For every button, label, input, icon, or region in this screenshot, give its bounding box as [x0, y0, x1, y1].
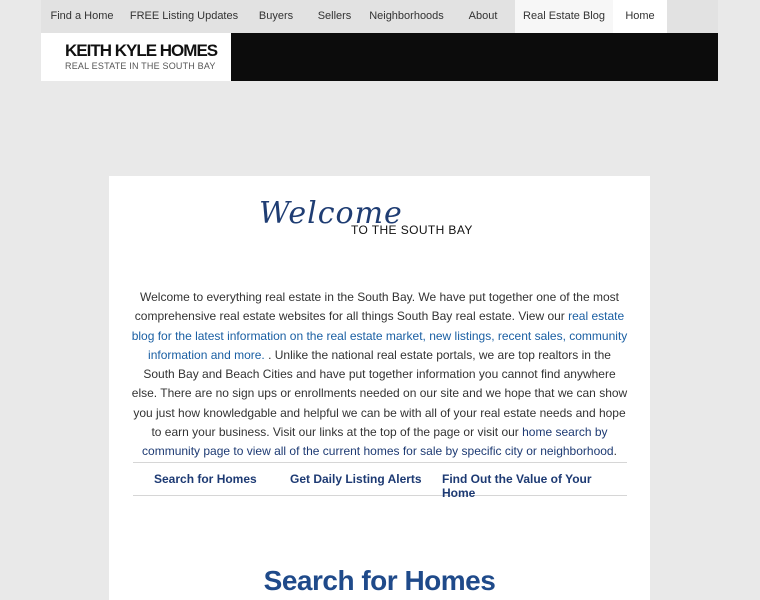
intro-text-3: . — [613, 444, 617, 459]
site-header: KEITH KYLE HOMES REAL ESTATE IN THE SOUT… — [41, 33, 718, 81]
home-value-link[interactable]: Find Out the Value of Your Home — [442, 472, 627, 500]
content-card: Welcome TO THE SOUTH BAY Welcome to ever… — [109, 176, 650, 600]
daily-listing-alerts-link[interactable]: Get Daily Listing Alerts — [290, 472, 422, 486]
nav-sellers[interactable]: Sellers — [307, 0, 362, 33]
search-for-homes-link[interactable]: Search for Homes — [154, 472, 257, 486]
nav-find-a-home[interactable]: Find a Home — [41, 0, 123, 33]
quick-links-bar: Search for Homes Get Daily Listing Alert… — [133, 462, 627, 500]
top-navigation: Find a Home FREE Listing Updates Buyers … — [41, 0, 718, 33]
nav-about[interactable]: About — [451, 0, 515, 33]
nav-buyers[interactable]: Buyers — [245, 0, 307, 33]
welcome-subtitle: TO THE SOUTH BAY — [351, 223, 473, 237]
nav-home[interactable]: Home — [613, 0, 667, 33]
nav-free-listing-updates[interactable]: FREE Listing Updates — [123, 0, 245, 33]
nav-neighborhoods[interactable]: Neighborhoods — [362, 0, 451, 33]
search-for-homes-heading: Search for Homes — [263, 565, 496, 596]
logo-name: KEITH KYLE HOMES — [65, 41, 218, 60]
intro-text-1: Welcome to everything real estate in the… — [134, 290, 619, 324]
logo-tagline: REAL ESTATE IN THE SOUTH BAY — [65, 61, 216, 71]
site-logo[interactable]: KEITH KYLE HOMES REAL ESTATE IN THE SOUT… — [41, 33, 231, 81]
intro-paragraph: Welcome to everything real estate in the… — [131, 288, 628, 462]
nav-real-estate-blog[interactable]: Real Estate Blog — [515, 0, 613, 33]
